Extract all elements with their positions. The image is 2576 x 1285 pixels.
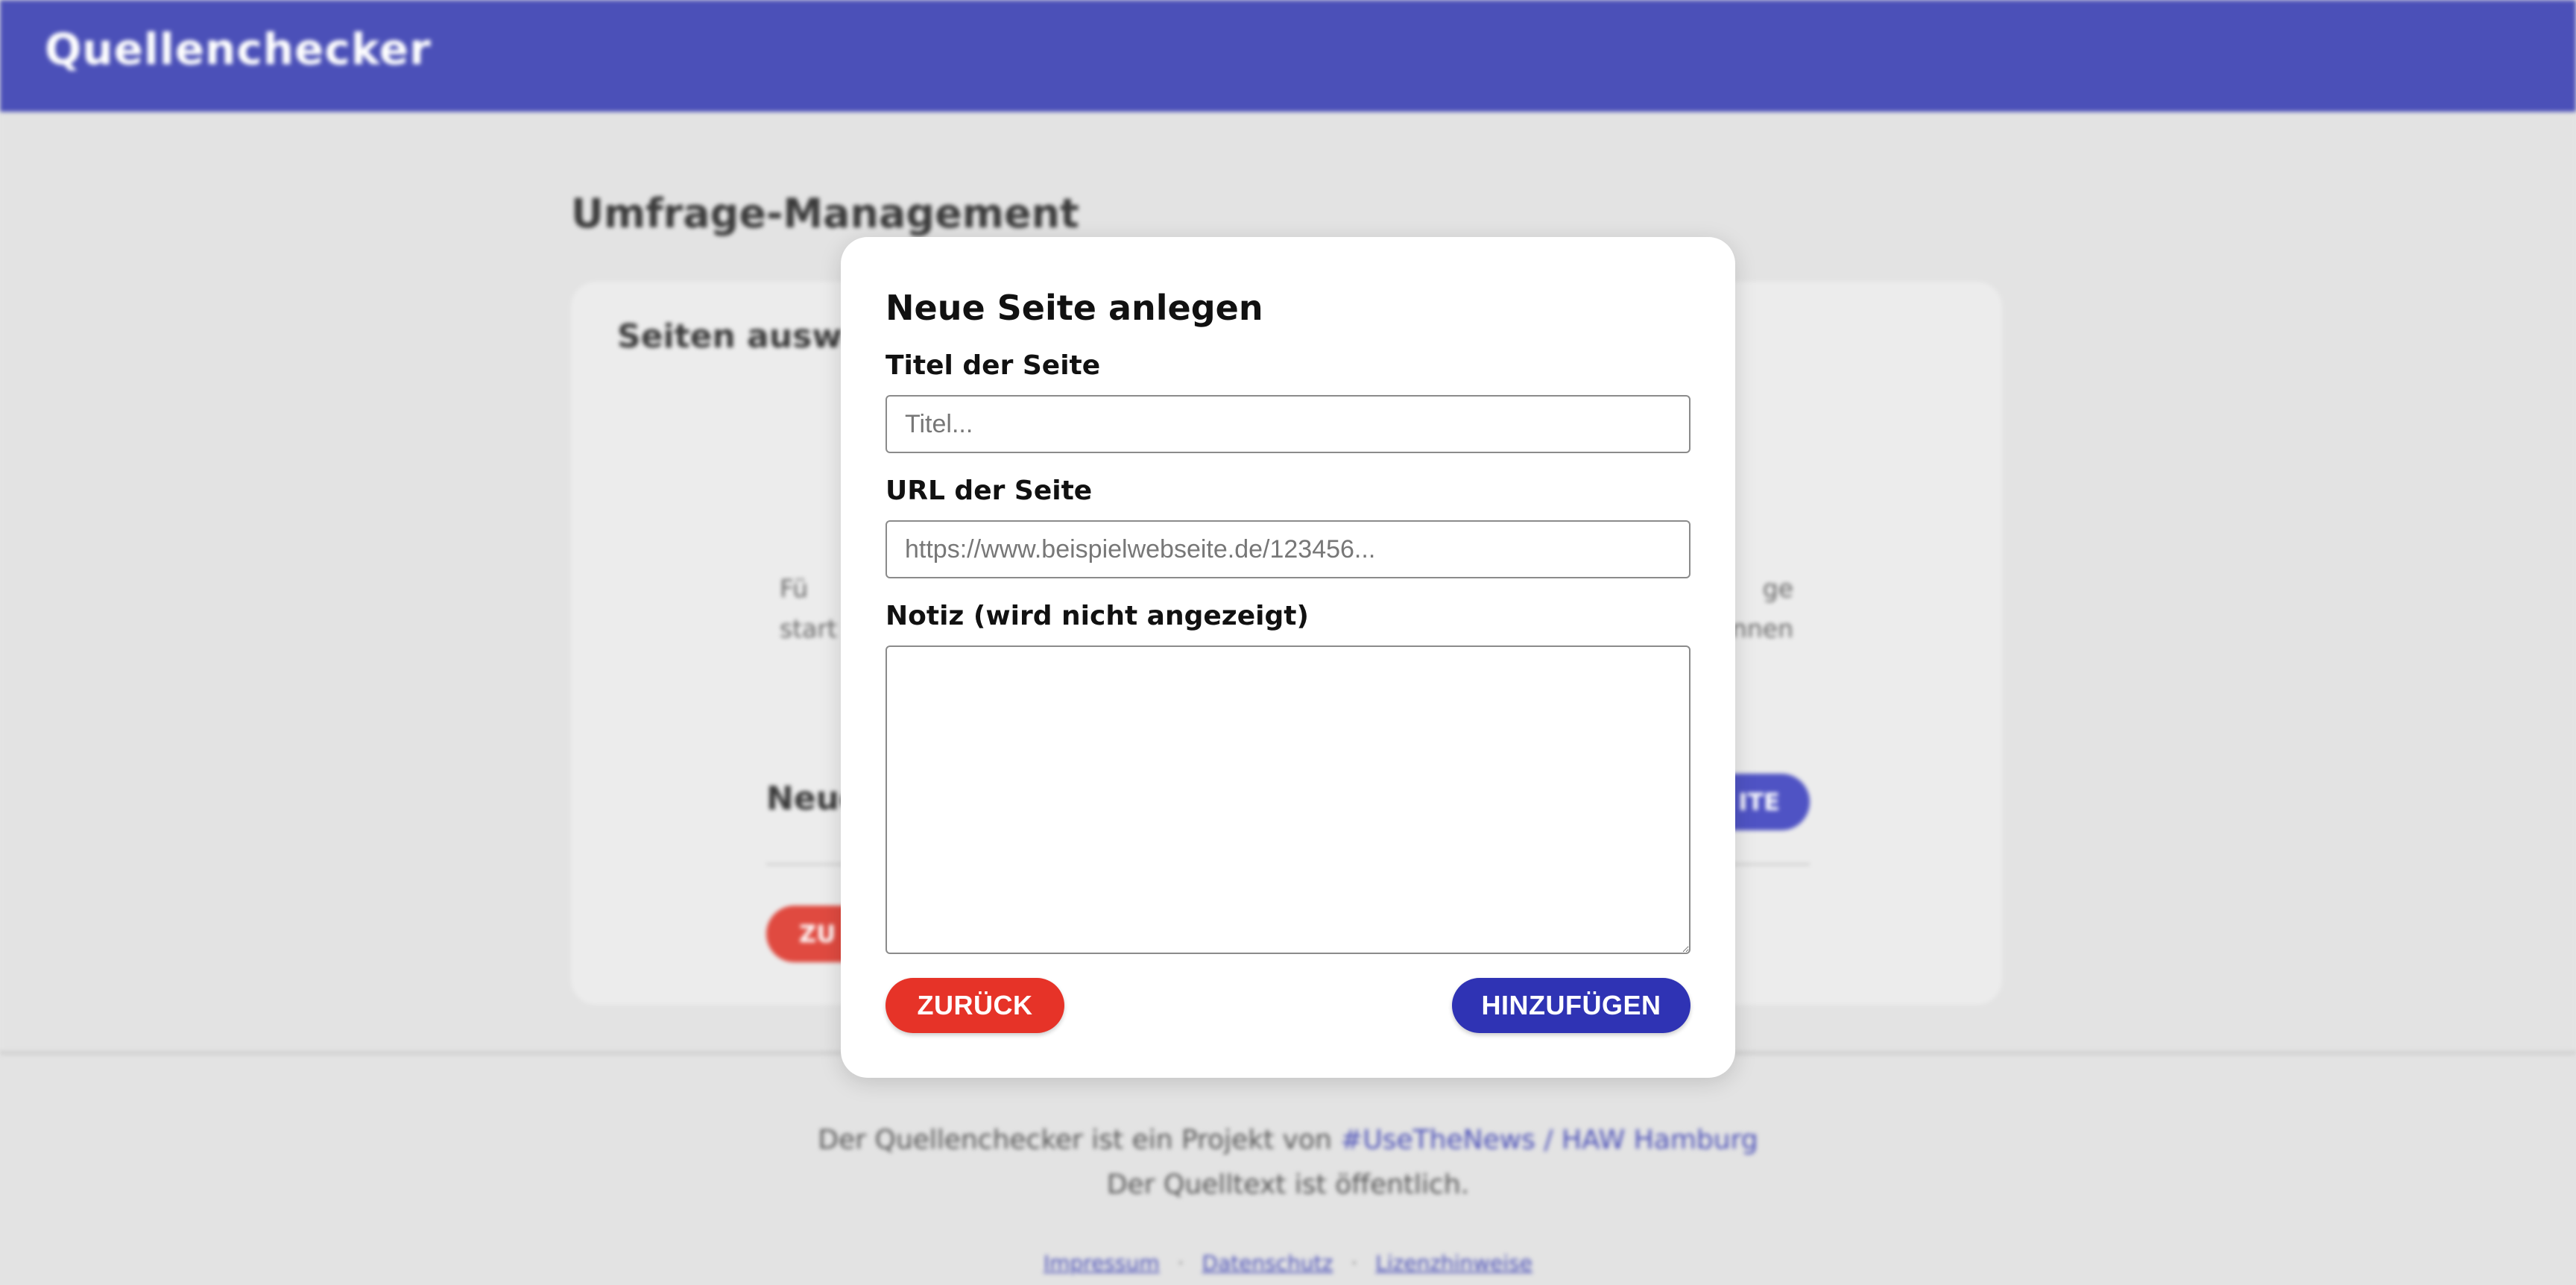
title-input[interactable] <box>886 395 1690 453</box>
modal-title: Neue Seite anlegen <box>886 288 1263 328</box>
footer-link-datenschutz[interactable]: Datenschutz <box>1202 1251 1333 1275</box>
footer-link-lizenzhinweise[interactable]: Lizenzhinweise <box>1375 1251 1532 1275</box>
top-navigation-bar: Quellenchecker <box>0 0 2576 112</box>
new-page-modal: Neue Seite anlegen Titel der Seite URL d… <box>841 237 1735 1078</box>
add-button[interactable]: HINZUFÜGEN <box>1452 978 1690 1033</box>
haw-hamburg-link[interactable]: HAW Hamburg <box>1562 1125 1758 1155</box>
card-text-left-line: Fü <box>780 574 809 603</box>
footer-link-impressum[interactable]: Impressum <box>1044 1251 1160 1275</box>
footer-links: Impressum · Datenschutz · Lizenzhinweise <box>0 1251 2576 1275</box>
card-text-right: ge nnen <box>1731 569 1793 649</box>
note-field-label: Notiz (wird nicht angezeigt) <box>886 601 1309 631</box>
title-field-label: Titel der Seite <box>886 350 1101 381</box>
card-text-left: Fü start <box>780 569 837 649</box>
url-field-label: URL der Seite <box>886 476 1093 506</box>
card-text-right-line: nnen <box>1731 614 1793 643</box>
footer-link-separator: / <box>1535 1125 1562 1155</box>
usethenews-link[interactable]: #UseTheNews <box>1340 1125 1535 1155</box>
footer-dot: · <box>1177 1251 1184 1275</box>
brand-logo-text[interactable]: Quellenchecker <box>45 24 432 75</box>
note-textarea[interactable] <box>886 645 1690 954</box>
footer-text: Der Quellenchecker ist ein Projekt von #… <box>0 1118 2576 1207</box>
footer-line-1: Der Quellenchecker ist ein Projekt von #… <box>0 1118 2576 1163</box>
footer-project-text: Der Quellenchecker ist ein Projekt von <box>818 1125 1341 1155</box>
page-title: Umfrage-Management <box>571 190 1079 237</box>
back-button[interactable]: ZURÜCK <box>886 978 1064 1033</box>
footer-line-2: Der Quelltext ist öffentlich. <box>1106 1169 1470 1200</box>
url-input[interactable] <box>886 520 1690 578</box>
footer-dot: · <box>1351 1251 1358 1275</box>
card-text-right-line: ge <box>1762 574 1793 603</box>
card-text-left-line: start <box>780 614 837 643</box>
